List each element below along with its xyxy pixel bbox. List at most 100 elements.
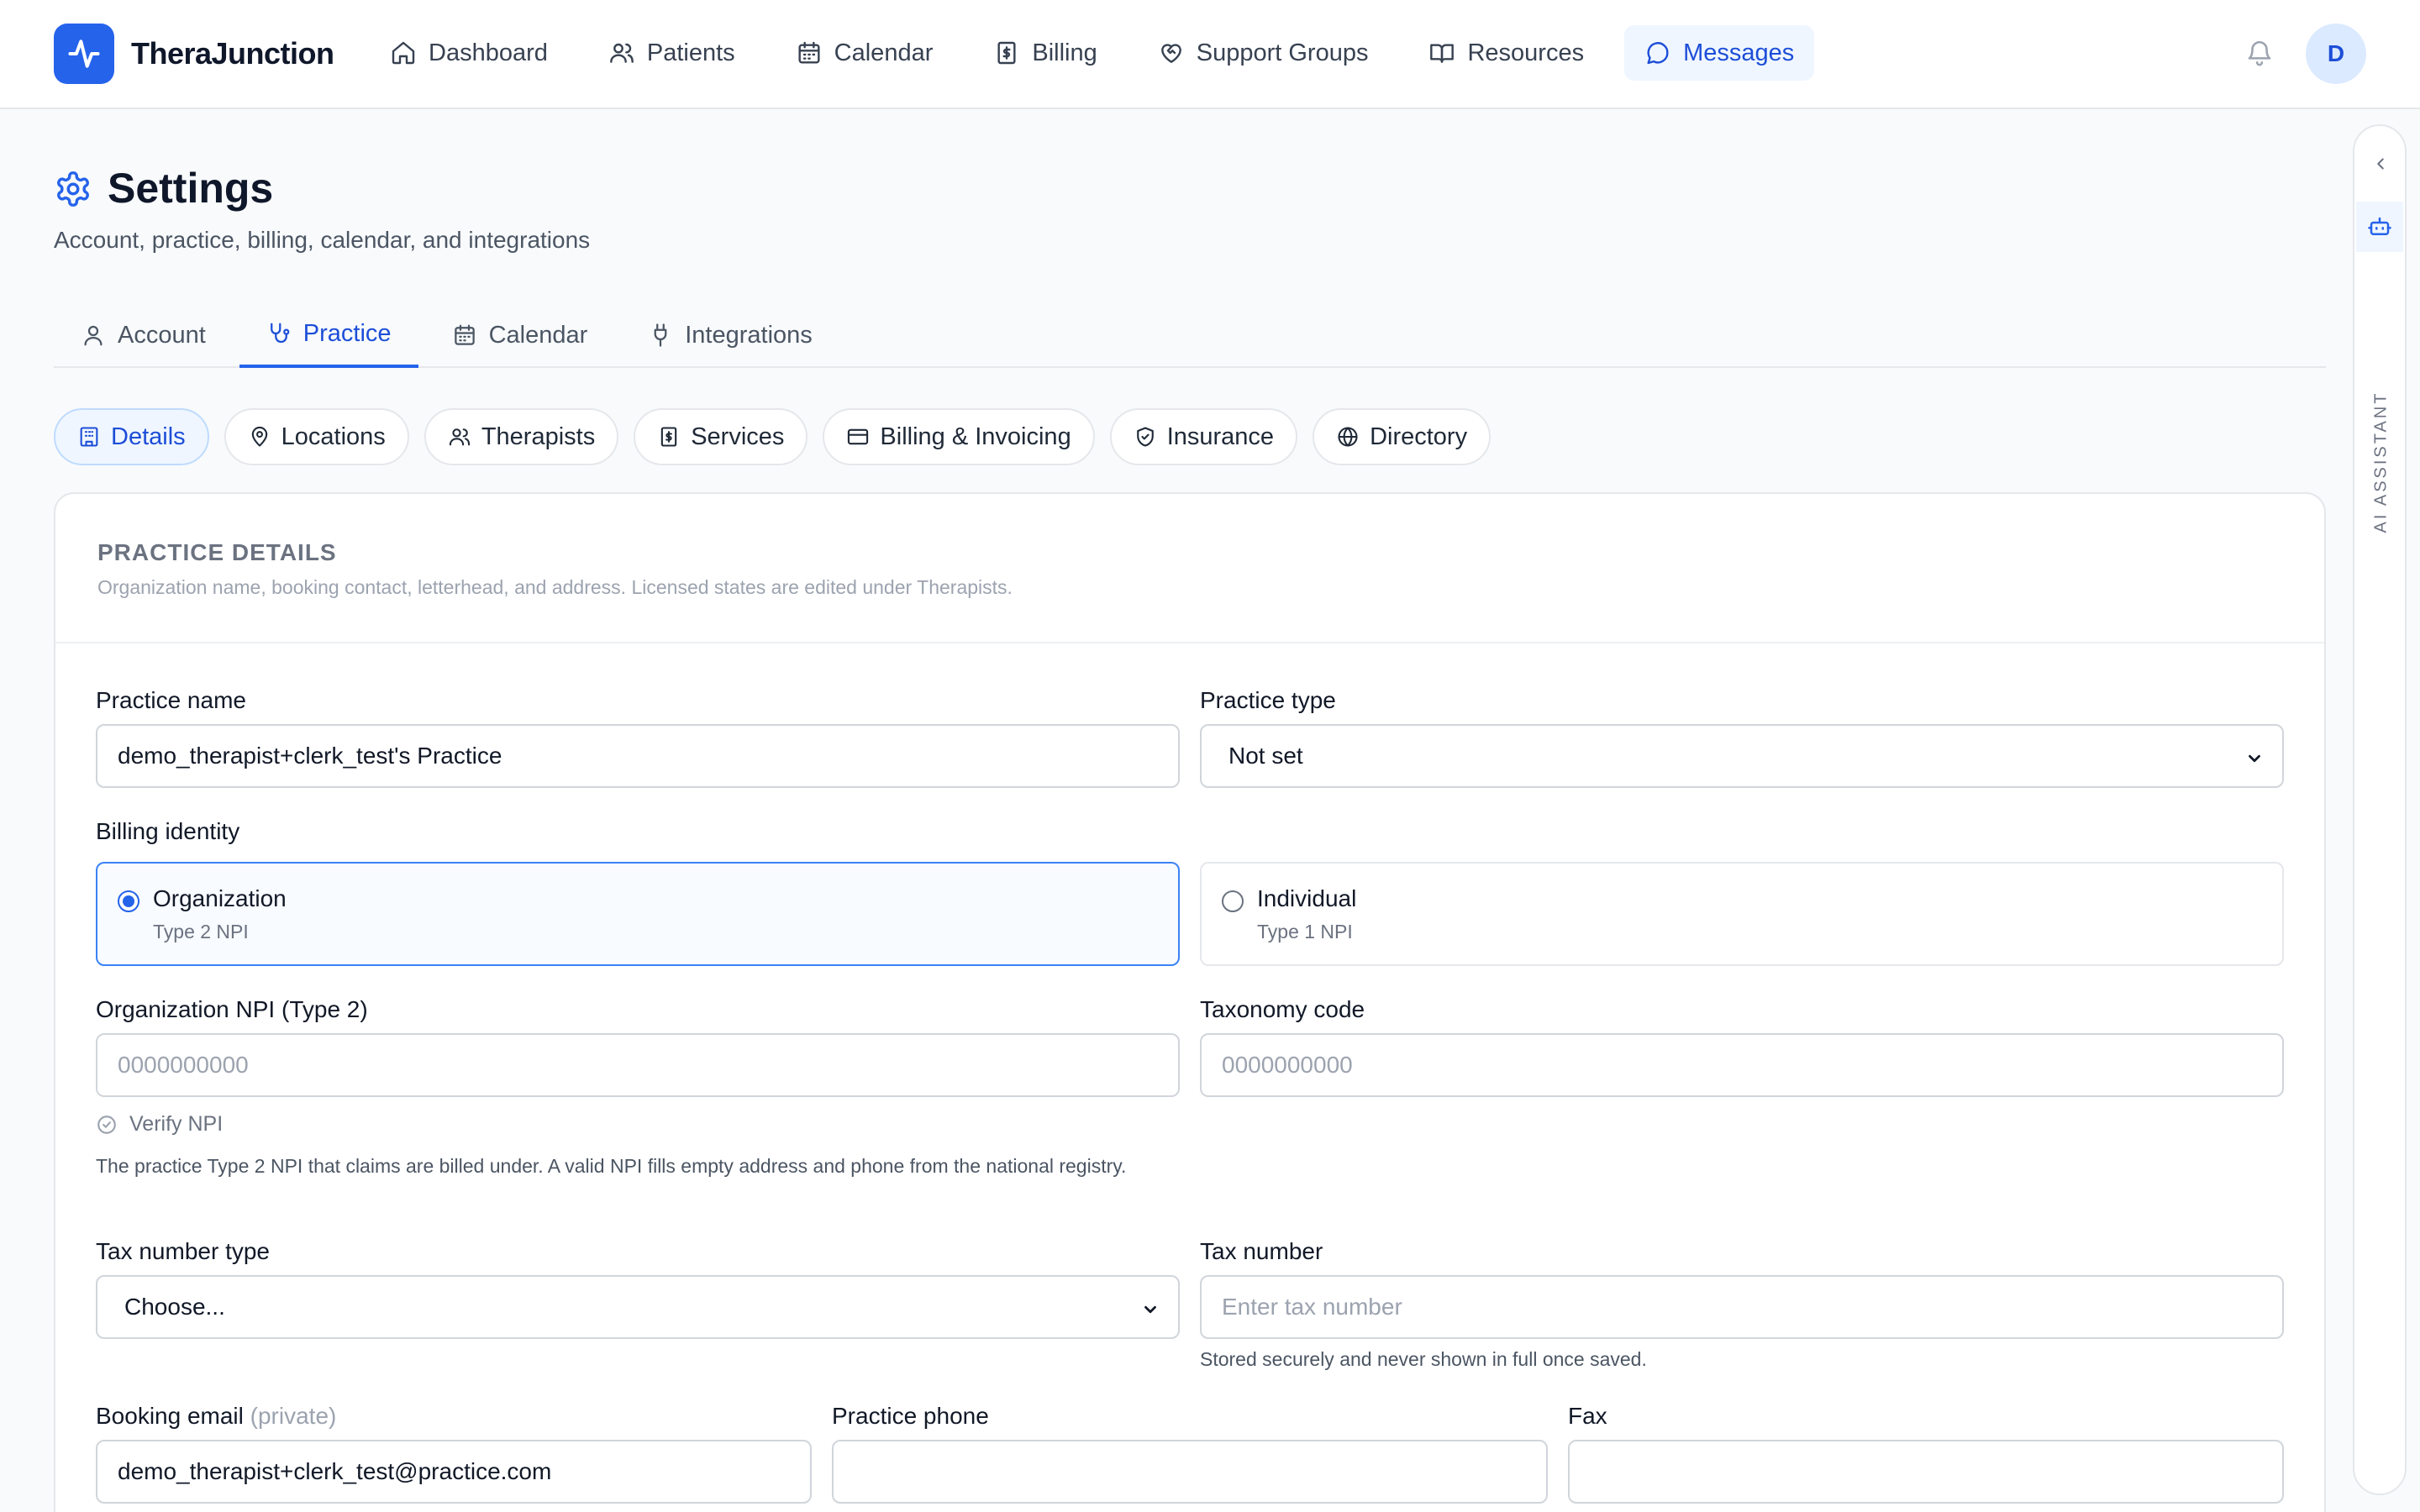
nav-item-calendar[interactable]: Calendar: [776, 25, 954, 81]
subtab-billing-invoicing[interactable]: Billing & Invoicing: [823, 408, 1095, 465]
nav-item-label: Billing: [1032, 39, 1097, 66]
subtab-label: Insurance: [1166, 423, 1275, 450]
org-npi-label: Organization NPI (Type 2): [96, 996, 368, 1022]
nav-item-label: Resources: [1467, 39, 1585, 66]
practice-name-input[interactable]: [96, 724, 1180, 788]
users-icon: [610, 43, 634, 63]
tax-number-type-value: Choose...: [124, 1294, 225, 1320]
practice-phone-label: Practice phone: [832, 1403, 989, 1429]
ai-assistant-label[interactable]: AI ASSISTANT: [2372, 391, 2391, 533]
check-circle-icon: [97, 1115, 116, 1134]
tax-number-input[interactable]: [1200, 1275, 2284, 1339]
nav-item-patients[interactable]: Patients: [588, 25, 755, 81]
user-icon: [84, 325, 103, 346]
billing-identity-organization[interactable]: Organization Type 2 NPI: [96, 862, 1180, 966]
fax-label: Fax: [1568, 1403, 1607, 1429]
verify-npi-label: Verify NPI: [129, 1112, 224, 1136]
subtab-label: Therapists: [481, 423, 596, 450]
shield-check-icon: [1136, 427, 1154, 447]
user-avatar[interactable]: D: [2306, 24, 2366, 84]
nav-item-dashboard[interactable]: Dashboard: [370, 25, 568, 81]
globe-icon: [1338, 427, 1358, 447]
receipt-icon: [997, 41, 1016, 65]
subtab-directory[interactable]: Directory: [1313, 408, 1491, 465]
nav-item-label: Patients: [646, 39, 735, 66]
top-navigation-bar: TheraJunction Dashboard Patients Calenda…: [0, 0, 2420, 109]
message-circle-icon: [1647, 42, 1669, 65]
tab-calendar[interactable]: Calendar: [425, 302, 615, 368]
book-open-icon: [1430, 44, 1455, 63]
tab-label: Account: [118, 321, 206, 349]
gear-icon: [57, 171, 89, 207]
nav-item-label: Calendar: [834, 39, 934, 66]
tab-practice[interactable]: Practice: [239, 302, 418, 368]
booking-email-input[interactable]: [96, 1440, 812, 1504]
bot-icon: [2368, 217, 2391, 235]
taxonomy-code-input[interactable]: [1200, 1033, 2284, 1097]
tab-label: Calendar: [488, 321, 588, 349]
building-icon: [80, 427, 98, 447]
panel-collapse-button[interactable]: [2371, 155, 2390, 173]
chevron-down-icon: [2249, 754, 2260, 763]
org-npi-input[interactable]: [96, 1033, 1180, 1097]
card-header: PRACTICE DETAILS Organization name, book…: [55, 494, 2324, 643]
settings-tabs: Account Practice Calendar Integrations: [54, 302, 2326, 368]
subtab-insurance[interactable]: Insurance: [1109, 408, 1298, 465]
subtab-label: Locations: [281, 423, 386, 450]
main-nav: Dashboard Patients Calendar Billing Supp…: [370, 25, 1834, 81]
nav-item-label: Messages: [1683, 39, 1795, 66]
ai-assistant-panel: AI ASSISTANT: [2353, 124, 2407, 1495]
nav-item-billing[interactable]: Billing: [973, 25, 1117, 81]
organization-title: Organization: [153, 885, 287, 911]
tab-account[interactable]: Account: [54, 302, 233, 368]
billing-identity-label: Billing identity: [96, 818, 240, 844]
booking-email-label-text: Booking email: [96, 1403, 244, 1429]
chevron-down-icon: [1144, 1305, 1156, 1314]
page-title: Settings: [108, 165, 274, 212]
tab-integrations[interactable]: Integrations: [621, 302, 839, 368]
fax-input[interactable]: [1568, 1440, 2284, 1504]
page-subtitle: Account, practice, billing, calendar, an…: [54, 227, 591, 253]
map-pin-icon: [251, 426, 267, 447]
plug-icon: [654, 323, 667, 347]
subtab-label: Directory: [1370, 423, 1468, 450]
nav-item-messages[interactable]: Messages: [1624, 25, 1815, 81]
heart-handshake-icon: [1160, 44, 1181, 63]
practice-type-value: Not set: [1228, 743, 1303, 769]
ai-assistant-button[interactable]: [2356, 202, 2403, 252]
practice-name-label: Practice name: [96, 687, 246, 713]
subtab-locations[interactable]: Locations: [224, 408, 409, 465]
bell-icon: [2248, 41, 2271, 66]
subtab-label: Details: [111, 423, 186, 450]
individual-radio[interactable]: [1222, 890, 1244, 912]
nav-item-support-groups[interactable]: Support Groups: [1138, 25, 1389, 81]
users-icon: [449, 428, 470, 446]
practice-phone-input[interactable]: [832, 1440, 1548, 1504]
booking-email-label: Booking email (private): [96, 1401, 336, 1431]
tax-number-type-label: Tax number type: [96, 1238, 270, 1264]
credit-card-icon: [848, 428, 869, 445]
verify-npi-button[interactable]: Verify NPI: [96, 1112, 223, 1137]
taxonomy-code-label: Taxonomy code: [1200, 996, 1365, 1022]
notifications-button[interactable]: [2245, 39, 2274, 67]
calendar-icon: [798, 41, 820, 64]
organization-subtitle: Type 2 NPI: [153, 921, 249, 942]
organization-radio[interactable]: [118, 890, 139, 912]
subtab-details[interactable]: Details: [54, 408, 209, 465]
billing-identity-individual[interactable]: Individual Type 1 NPI: [1200, 862, 2284, 966]
practice-type-select[interactable]: Not set: [1200, 724, 2284, 788]
home-icon: [392, 41, 415, 65]
tab-label: Integrations: [685, 321, 813, 349]
brand-logo[interactable]: [54, 24, 114, 84]
tax-number-type-select[interactable]: Choose...: [96, 1275, 1180, 1339]
subtab-therapists[interactable]: Therapists: [424, 408, 619, 465]
brand-name[interactable]: TheraJunction: [131, 34, 334, 74]
chevron-left-icon: [2377, 158, 2384, 170]
card-title: PRACTICE DETAILS: [97, 539, 337, 565]
receipt-icon: [660, 427, 677, 447]
org-npi-help: The practice Type 2 NPI that claims are …: [96, 1155, 1127, 1177]
booking-email-private-note: (private): [250, 1403, 337, 1429]
nav-item-resources[interactable]: Resources: [1408, 25, 1604, 81]
subtab-services[interactable]: Services: [634, 408, 808, 465]
individual-subtitle: Type 1 NPI: [1257, 921, 1353, 942]
